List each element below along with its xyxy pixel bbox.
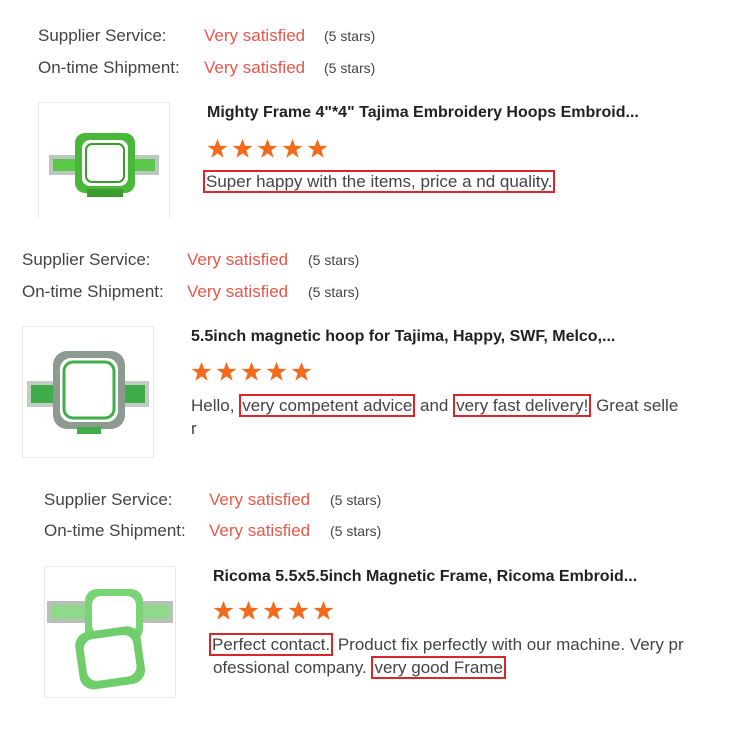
shipment-stars-text: (5 stars): [324, 60, 376, 76]
magnetic-hoop-image: [27, 351, 149, 434]
review-comment: Hello, very competent advice and very fa…: [191, 394, 679, 417]
highlighted-phrase: very good Frame: [371, 656, 506, 679]
supplier-service-value: Very satisfied: [187, 250, 289, 269]
highlighted-phrase: very competent advice: [239, 394, 416, 417]
supplier-service-value: Very satisfied: [209, 490, 311, 509]
shipment-row: On-time Shipment: Very satisfied (5 star…: [22, 282, 359, 302]
star-icon: [216, 361, 237, 381]
shipment-value: Very satisfied: [187, 282, 289, 301]
star-icon: [257, 138, 278, 158]
shipment-value: Very satisfied: [204, 58, 306, 77]
star-icon: [313, 600, 334, 620]
shipment-row: On-time Shipment: Very satisfied (5 star…: [38, 58, 375, 78]
star-icon: [207, 138, 228, 158]
supplier-service-value: Very satisfied: [204, 26, 306, 45]
comment-text: and: [415, 396, 454, 415]
supplier-service-stars-text: (5 stars): [324, 28, 376, 44]
star-icon: [291, 361, 312, 381]
comment-text: ofessional company.: [213, 658, 372, 677]
star-icon: [288, 600, 309, 620]
embroidery-hoop-image: [49, 133, 159, 197]
shipment-label: On-time Shipment:: [44, 521, 186, 540]
product-thumbnail[interactable]: [22, 326, 154, 458]
magnetic-frame-image: [47, 589, 173, 690]
star-icon: [238, 600, 259, 620]
supplier-service-row: Supplier Service: Very satisfied (5 star…: [22, 250, 359, 270]
shipment-stars-text: (5 stars): [308, 284, 360, 300]
star-icon: [307, 138, 328, 158]
product-thumbnail[interactable]: [38, 102, 170, 218]
supplier-service-row: Supplier Service: Very satisfied (5 star…: [38, 26, 375, 46]
star-icon: [213, 600, 234, 620]
review-comment-line2: ofessional company. very good Frame: [213, 656, 506, 679]
highlighted-phrase: very fast delivery!: [453, 394, 592, 417]
product-title[interactable]: 5.5inch magnetic hoop for Tajima, Happy,…: [191, 328, 615, 346]
shipment-row: On-time Shipment: Very satisfied (5 star…: [44, 521, 381, 541]
shipment-label: On-time Shipment:: [38, 58, 180, 77]
supplier-service-label: Supplier Service:: [22, 250, 151, 269]
product-title[interactable]: Mighty Frame 4"*4" Tajima Embroidery Hoo…: [207, 104, 639, 122]
supplier-service-stars-text: (5 stars): [308, 252, 360, 268]
highlighted-phrase: Perfect contact.: [209, 633, 334, 656]
star-icon: [282, 138, 303, 158]
star-icon: [232, 138, 253, 158]
review-comment-line2: r: [191, 419, 197, 438]
product-star-rating: [213, 600, 334, 621]
comment-text: Hello,: [191, 396, 240, 415]
shipment-label: On-time Shipment:: [22, 282, 164, 301]
product-star-rating: [207, 138, 328, 159]
review-comment: Perfect contact. Product fix perfectly w…: [209, 633, 684, 656]
star-icon: [241, 361, 262, 381]
supplier-service-label: Supplier Service:: [38, 26, 167, 45]
review-comment: Super happy with the items, price a nd q…: [203, 170, 556, 193]
star-icon: [266, 361, 287, 381]
supplier-service-label: Supplier Service:: [44, 490, 173, 509]
shipment-value: Very satisfied: [209, 521, 311, 540]
product-title[interactable]: Ricoma 5.5x5.5inch Magnetic Frame, Ricom…: [213, 568, 637, 586]
star-icon: [263, 600, 284, 620]
shipment-stars-text: (5 stars): [330, 523, 382, 539]
star-icon: [191, 361, 212, 381]
supplier-service-stars-text: (5 stars): [330, 492, 382, 508]
highlighted-phrase: Super happy with the items, price a nd q…: [203, 170, 556, 193]
comment-text: Product fix perfectly with our machine. …: [333, 635, 684, 654]
product-thumbnail[interactable]: [44, 566, 176, 698]
supplier-service-row: Supplier Service: Very satisfied (5 star…: [44, 490, 381, 510]
comment-text: Great selle: [591, 396, 679, 415]
product-star-rating: [191, 361, 312, 382]
